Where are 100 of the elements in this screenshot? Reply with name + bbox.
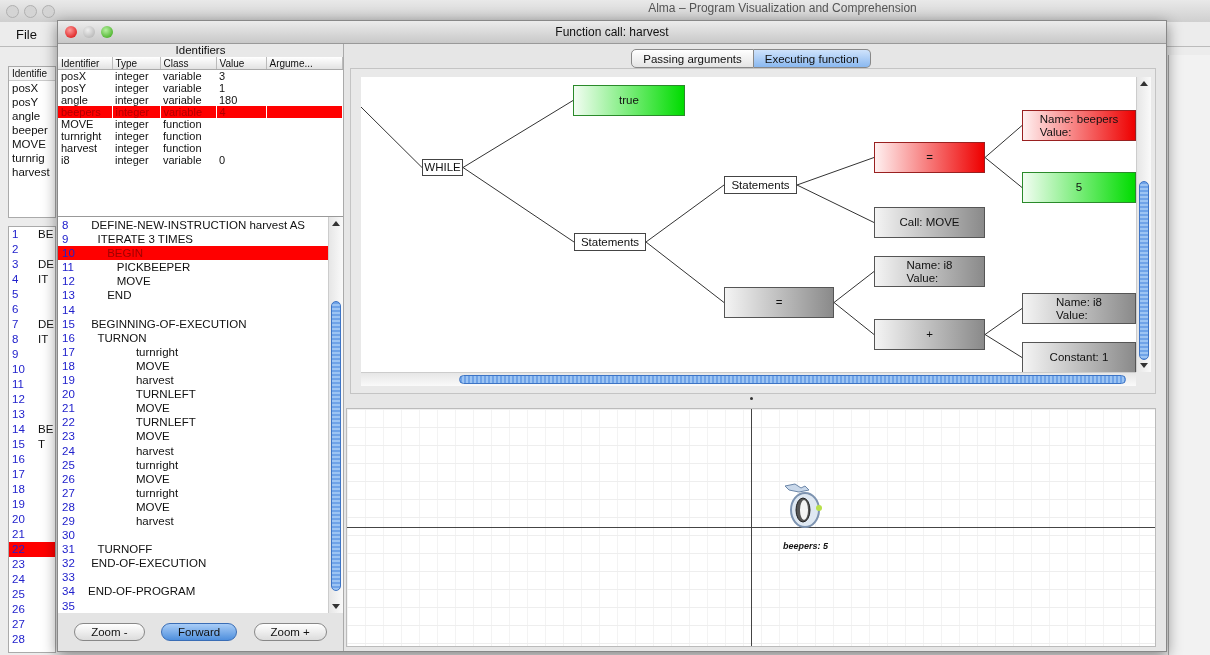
table-cell: 180 bbox=[216, 94, 266, 106]
zoom-button[interactable] bbox=[42, 4, 55, 18]
line-number: 23 bbox=[11, 557, 26, 572]
panel-title: Identifiers bbox=[58, 44, 343, 57]
line-number: 9 bbox=[61, 232, 70, 247]
tree-node[interactable]: + bbox=[874, 319, 985, 350]
tab[interactable]: Passing arguments bbox=[631, 49, 754, 68]
table-cell-text: variable bbox=[162, 82, 203, 94]
tree-node[interactable]: Name: i8 Value: bbox=[874, 256, 985, 287]
line-number: 30 bbox=[61, 528, 76, 543]
tree-node[interactable]: Statements bbox=[724, 176, 797, 194]
line-number: 18 bbox=[61, 358, 76, 374]
code-text: DEFINE-NEW-INSTRUCTION harvest AS bbox=[90, 218, 306, 233]
column-header[interactable]: Class bbox=[160, 57, 216, 70]
code-text: END bbox=[106, 288, 132, 303]
line-number: 15 bbox=[11, 437, 26, 452]
code-text: DE bbox=[38, 317, 54, 332]
table-cell-text: 1 bbox=[218, 82, 227, 94]
line-number: 21 bbox=[61, 401, 76, 416]
line-number: 19 bbox=[61, 373, 76, 388]
line-number: 22 bbox=[11, 542, 26, 557]
line-number: 33 bbox=[61, 570, 76, 585]
table-cell: integer bbox=[112, 94, 160, 106]
line-number: 10 bbox=[11, 362, 26, 377]
table-cell-text: function bbox=[162, 130, 203, 142]
minimize-button[interactable] bbox=[24, 4, 37, 18]
table-cell-text: posY bbox=[60, 82, 88, 94]
table-cell: integer bbox=[112, 69, 160, 82]
column-header[interactable]: Type bbox=[112, 57, 160, 70]
line-number: 11 bbox=[11, 377, 25, 392]
line-number: 3 bbox=[11, 257, 20, 272]
code-text: BEGINNING-OF-EXECUTION bbox=[90, 316, 247, 331]
tree-node[interactable]: Call: MOVE bbox=[874, 207, 985, 238]
toolbar-button[interactable]: Zoom - bbox=[74, 623, 145, 641]
code-text: END-OF-EXECUTION bbox=[90, 556, 207, 571]
line-number: 20 bbox=[61, 387, 76, 402]
column-header[interactable]: Argume... bbox=[266, 57, 343, 70]
tree-node[interactable]: true bbox=[573, 85, 685, 116]
line-number: 26 bbox=[61, 471, 76, 486]
code-text: T bbox=[38, 437, 46, 452]
code-text: TURNLEFT bbox=[134, 415, 196, 430]
tree-node[interactable]: Name: i8 Value: bbox=[1022, 293, 1136, 324]
close-button[interactable] bbox=[6, 4, 19, 18]
identifier-item: MOVE bbox=[11, 137, 47, 151]
line-number: 26 bbox=[11, 602, 26, 617]
code-text: harvest bbox=[134, 513, 174, 529]
tree-node[interactable]: = bbox=[724, 287, 834, 318]
line-number: 32 bbox=[61, 556, 76, 571]
table-cell-text: harvest bbox=[60, 142, 99, 154]
scrollbar[interactable] bbox=[361, 372, 1136, 386]
tree-node[interactable]: Name: beepers Value: bbox=[1022, 110, 1136, 141]
tree-edge bbox=[984, 308, 1023, 335]
line-number: 11 bbox=[61, 260, 75, 275]
menu-item[interactable]: File bbox=[16, 26, 37, 42]
line-number: 28 bbox=[11, 632, 26, 647]
scrollbar[interactable] bbox=[328, 217, 343, 613]
code-text: IT bbox=[38, 272, 49, 287]
line-number: 24 bbox=[61, 443, 76, 458]
column-header[interactable]: Value bbox=[216, 57, 266, 70]
code-text: turnright bbox=[134, 485, 179, 500]
table-cell: angle bbox=[58, 94, 112, 106]
line-number: 10 bbox=[61, 246, 76, 261]
code-text: TURNON bbox=[96, 330, 147, 345]
tree-node[interactable]: 5 bbox=[1022, 172, 1136, 203]
identifier-item: posX bbox=[11, 81, 40, 95]
zoom-button[interactable] bbox=[101, 26, 113, 38]
column-header[interactable]: Identifier bbox=[58, 57, 112, 70]
tree-node[interactable]: Constant: 1 bbox=[1022, 342, 1136, 372]
line-number: 24 bbox=[11, 572, 26, 587]
tree-edge bbox=[984, 125, 1023, 158]
code-text: MOVE bbox=[134, 429, 170, 444]
close-button[interactable] bbox=[65, 26, 77, 38]
minimize-button[interactable] bbox=[83, 26, 95, 38]
scrollbar[interactable] bbox=[1136, 77, 1151, 372]
code-text: MOVE bbox=[134, 401, 170, 416]
table-cell-text: integer bbox=[114, 142, 150, 154]
code-text: PICKBEEPER bbox=[115, 260, 191, 275]
line-number: 12 bbox=[11, 392, 26, 407]
line-number: 34 bbox=[61, 584, 76, 599]
line-number: 5 bbox=[11, 287, 20, 302]
line-number: 25 bbox=[61, 457, 76, 472]
line-number: 23 bbox=[61, 429, 76, 444]
code-text: BE bbox=[38, 227, 54, 242]
line-number: 27 bbox=[61, 485, 76, 500]
tree-edge bbox=[984, 157, 1023, 188]
line-number: 15 bbox=[61, 316, 76, 331]
line-number: 21 bbox=[11, 527, 26, 542]
tab[interactable]: Executing function bbox=[753, 49, 871, 68]
tree-node[interactable]: Statements bbox=[574, 233, 646, 251]
code-text: MOVE bbox=[134, 358, 170, 374]
identifier-item: angle bbox=[11, 109, 42, 123]
toolbar-button[interactable]: Forward bbox=[160, 623, 238, 641]
line-number: 22 bbox=[61, 415, 76, 430]
table-cell: 3 bbox=[216, 69, 266, 82]
code-text: harvest bbox=[134, 373, 174, 388]
tree-node[interactable]: WHILE bbox=[422, 159, 463, 176]
line-number: 16 bbox=[61, 330, 76, 345]
tree-node[interactable]: = bbox=[874, 142, 985, 173]
identifier-item: beeper bbox=[11, 123, 49, 137]
toolbar-button[interactable]: Zoom + bbox=[253, 623, 327, 641]
